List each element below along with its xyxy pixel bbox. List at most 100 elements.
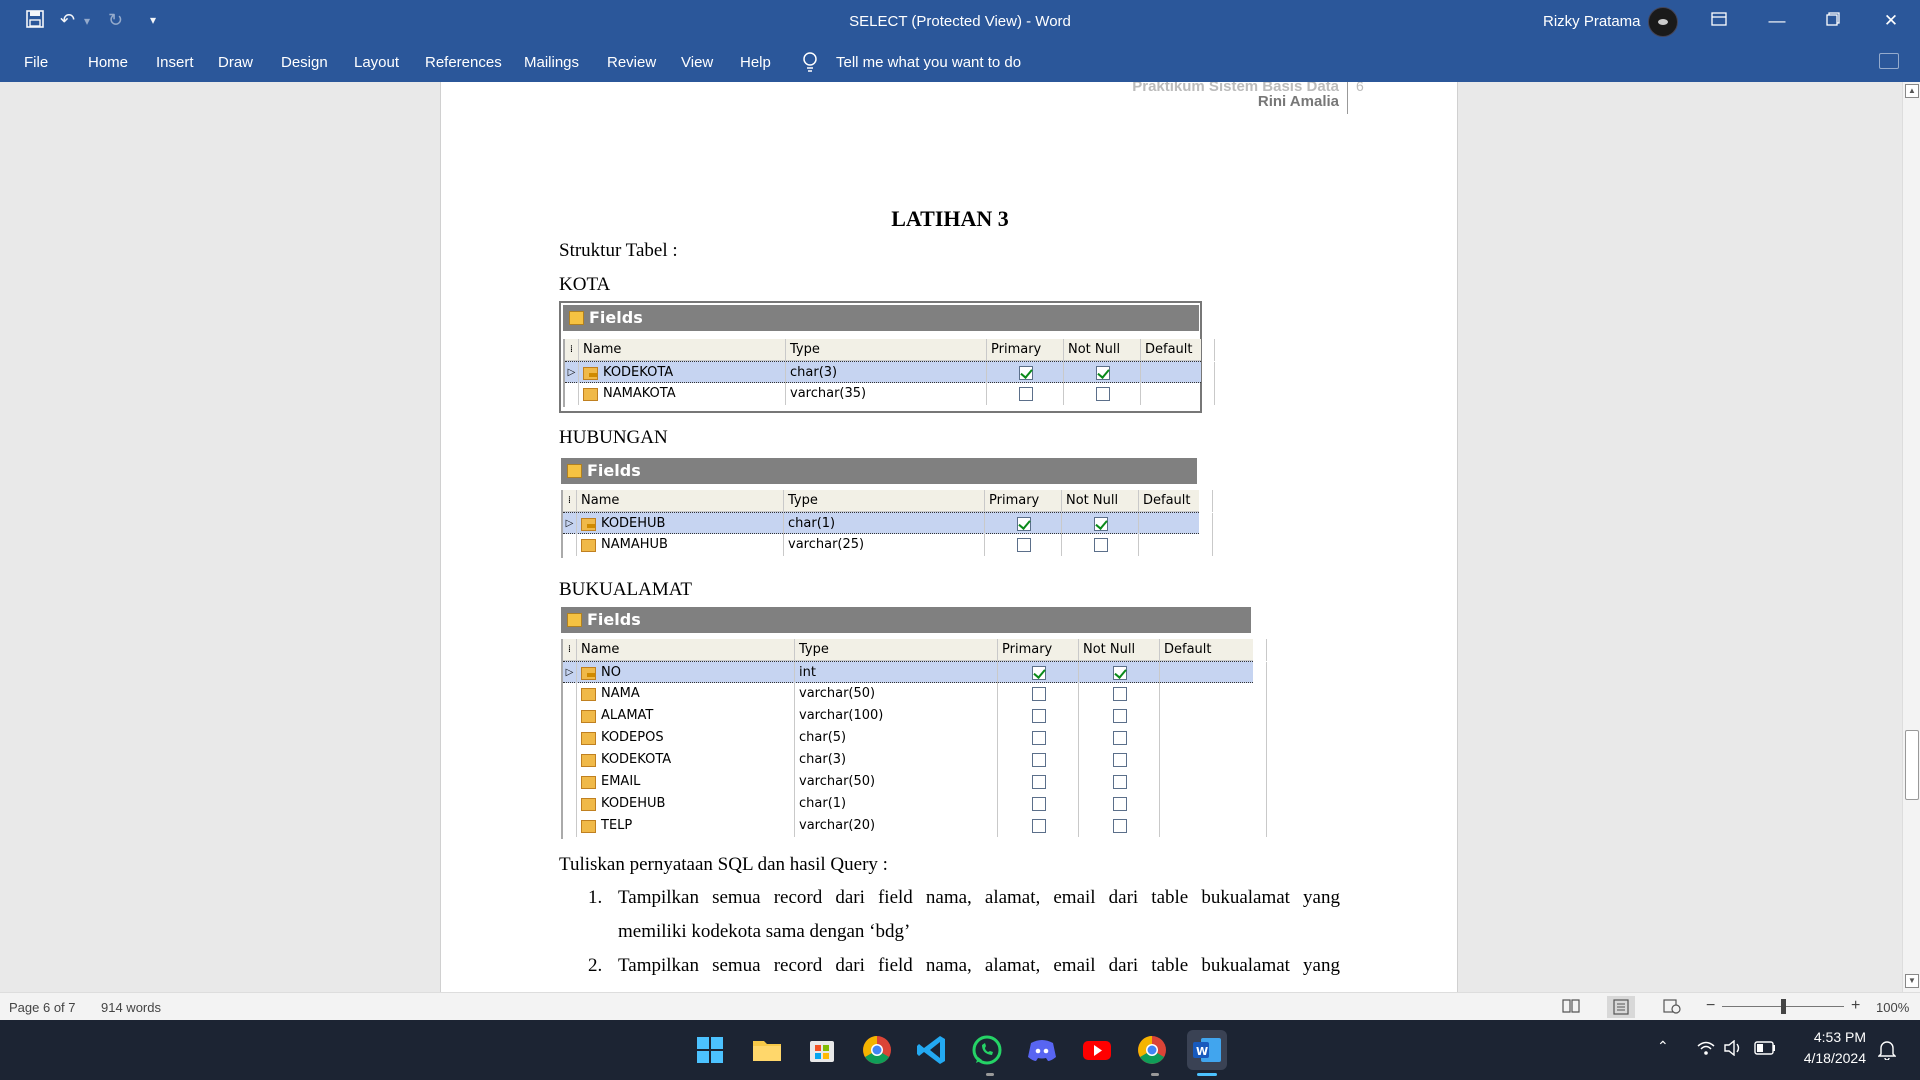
clock-date[interactable]: 4/18/2024 (1790, 1050, 1866, 1066)
header-column-name[interactable]: Name (577, 490, 784, 512)
column-default-cell[interactable] (1160, 793, 1267, 815)
scroll-up-icon[interactable]: ▲ (1905, 84, 1919, 98)
column-type-cell[interactable]: varchar(35) (786, 383, 987, 405)
column-notnull-cell[interactable] (1064, 362, 1141, 384)
notnull-checkbox[interactable] (1112, 731, 1127, 745)
column-type-cell[interactable]: varchar(20) (795, 815, 998, 837)
column-name-cell[interactable]: KODEHUB (577, 513, 784, 535)
notnull-checkbox[interactable] (1112, 709, 1127, 723)
tab-design[interactable]: Design (281, 54, 328, 71)
table-header-row[interactable]: ⁞ Name Type Primary Not Null Default (563, 490, 1213, 512)
windows-start-icon[interactable] (690, 1030, 730, 1070)
column-type-cell[interactable]: varchar(25) (784, 534, 985, 556)
notnull-checkbox[interactable] (1093, 538, 1108, 552)
column-notnull-cell[interactable] (1079, 683, 1160, 705)
column-default-cell[interactable] (1160, 771, 1267, 793)
column-notnull-cell[interactable] (1079, 793, 1160, 815)
column-notnull-cell[interactable] (1079, 705, 1160, 727)
primary-checkbox[interactable] (1018, 387, 1033, 401)
header-column-notnull[interactable]: Not Null (1062, 490, 1139, 512)
column-default-cell[interactable] (1139, 513, 1213, 535)
tab-review[interactable]: Review (607, 54, 656, 71)
tab-mailings[interactable]: Mailings (524, 54, 579, 71)
file-explorer-icon[interactable] (747, 1030, 787, 1070)
notnull-checkbox[interactable] (1093, 517, 1108, 531)
discord-icon[interactable] (1022, 1030, 1062, 1070)
column-primary-cell[interactable] (998, 683, 1079, 705)
table-row[interactable]: NAMAHUB varchar(25) (563, 534, 1213, 556)
lightbulb-icon[interactable] (802, 52, 818, 74)
table-row[interactable]: KODEPOS char(5) (563, 727, 1267, 749)
table-row[interactable]: ▷ KODEHUB char(1) (563, 512, 1213, 535)
column-primary-cell[interactable] (998, 727, 1079, 749)
word-count[interactable]: 914 words (101, 1000, 161, 1015)
column-primary-cell[interactable] (987, 383, 1064, 405)
column-type-cell[interactable]: varchar(50) (795, 771, 998, 793)
youtube-icon[interactable] (1077, 1030, 1117, 1070)
tab-insert[interactable]: Insert (156, 54, 194, 71)
column-name-cell[interactable]: ALAMAT (577, 705, 795, 727)
table-row[interactable]: ▷ KODEKOTA char(3) (565, 361, 1215, 384)
column-primary-cell[interactable] (998, 662, 1079, 684)
read-mode-icon[interactable] (1562, 998, 1580, 1017)
column-notnull-cell[interactable] (1079, 815, 1160, 837)
primary-checkbox[interactable] (1031, 687, 1046, 701)
tab-file[interactable]: File (24, 54, 48, 71)
battery-icon[interactable] (1754, 1041, 1776, 1060)
column-name-cell[interactable]: NAMAKOTA (579, 383, 786, 405)
column-name-cell[interactable]: EMAIL (577, 771, 795, 793)
word-icon[interactable]: W (1187, 1030, 1227, 1070)
column-name-cell[interactable]: KODEPOS (577, 727, 795, 749)
notnull-checkbox[interactable] (1095, 366, 1110, 380)
primary-checkbox[interactable] (1016, 517, 1031, 531)
primary-checkbox[interactable] (1031, 666, 1046, 680)
header-column-name[interactable]: Name (577, 639, 795, 661)
ribbon-display-options-icon[interactable] (1696, 6, 1742, 36)
header-column-primary[interactable]: Primary (985, 490, 1062, 512)
column-notnull-cell[interactable] (1062, 513, 1139, 535)
column-notnull-cell[interactable] (1079, 662, 1160, 684)
chrome-profile-icon[interactable] (1132, 1030, 1172, 1070)
column-default-cell[interactable] (1160, 727, 1267, 749)
header-column-default[interactable]: Default (1141, 339, 1215, 361)
table-row[interactable]: NAMA varchar(50) (563, 683, 1267, 705)
primary-checkbox[interactable] (1031, 797, 1046, 811)
header-column-primary[interactable]: Primary (987, 339, 1064, 361)
column-name-cell[interactable]: KODEHUB (577, 793, 795, 815)
web-layout-icon[interactable] (1663, 998, 1681, 1017)
column-type-cell[interactable]: varchar(50) (795, 683, 998, 705)
table-row[interactable]: ALAMAT varchar(100) (563, 705, 1267, 727)
header-column-primary[interactable]: Primary (998, 639, 1079, 661)
table-row[interactable]: TELP varchar(20) (563, 815, 1267, 837)
column-default-cell[interactable] (1160, 705, 1267, 727)
column-type-cell[interactable]: char(1) (795, 793, 998, 815)
header-column-notnull[interactable]: Not Null (1079, 639, 1160, 661)
primary-checkbox[interactable] (1031, 731, 1046, 745)
close-button[interactable]: ✕ (1868, 6, 1914, 36)
vertical-scrollbar[interactable]: ▲ ▼ (1902, 82, 1920, 992)
table-row[interactable]: KODEHUB char(1) (563, 793, 1267, 815)
notification-bell-icon[interactable] (1877, 1040, 1897, 1065)
header-column-name[interactable]: Name (579, 339, 786, 361)
table-row[interactable]: KODEKOTA char(3) (563, 749, 1267, 771)
column-default-cell[interactable] (1160, 815, 1267, 837)
tab-help[interactable]: Help (740, 54, 771, 71)
chrome-icon[interactable] (857, 1030, 897, 1070)
column-type-cell[interactable]: char(5) (795, 727, 998, 749)
volume-icon[interactable] (1723, 1039, 1743, 1061)
table-row[interactable]: EMAIL varchar(50) (563, 771, 1267, 793)
wifi-icon[interactable] (1696, 1040, 1716, 1061)
column-default-cell[interactable] (1139, 534, 1213, 556)
column-primary-cell[interactable] (998, 705, 1079, 727)
header-column-type[interactable]: Type (795, 639, 998, 661)
column-type-cell[interactable]: int (795, 662, 998, 684)
notnull-checkbox[interactable] (1112, 687, 1127, 701)
restore-button[interactable] (1810, 6, 1856, 36)
column-notnull-cell[interactable] (1079, 771, 1160, 793)
print-layout-icon[interactable] (1607, 996, 1635, 1018)
account-name[interactable]: Rizky Pratama (1543, 13, 1641, 30)
column-primary-cell[interactable] (985, 513, 1062, 535)
tab-references[interactable]: References (425, 54, 502, 71)
vscode-icon[interactable] (912, 1030, 952, 1070)
header-column-type[interactable]: Type (786, 339, 987, 361)
